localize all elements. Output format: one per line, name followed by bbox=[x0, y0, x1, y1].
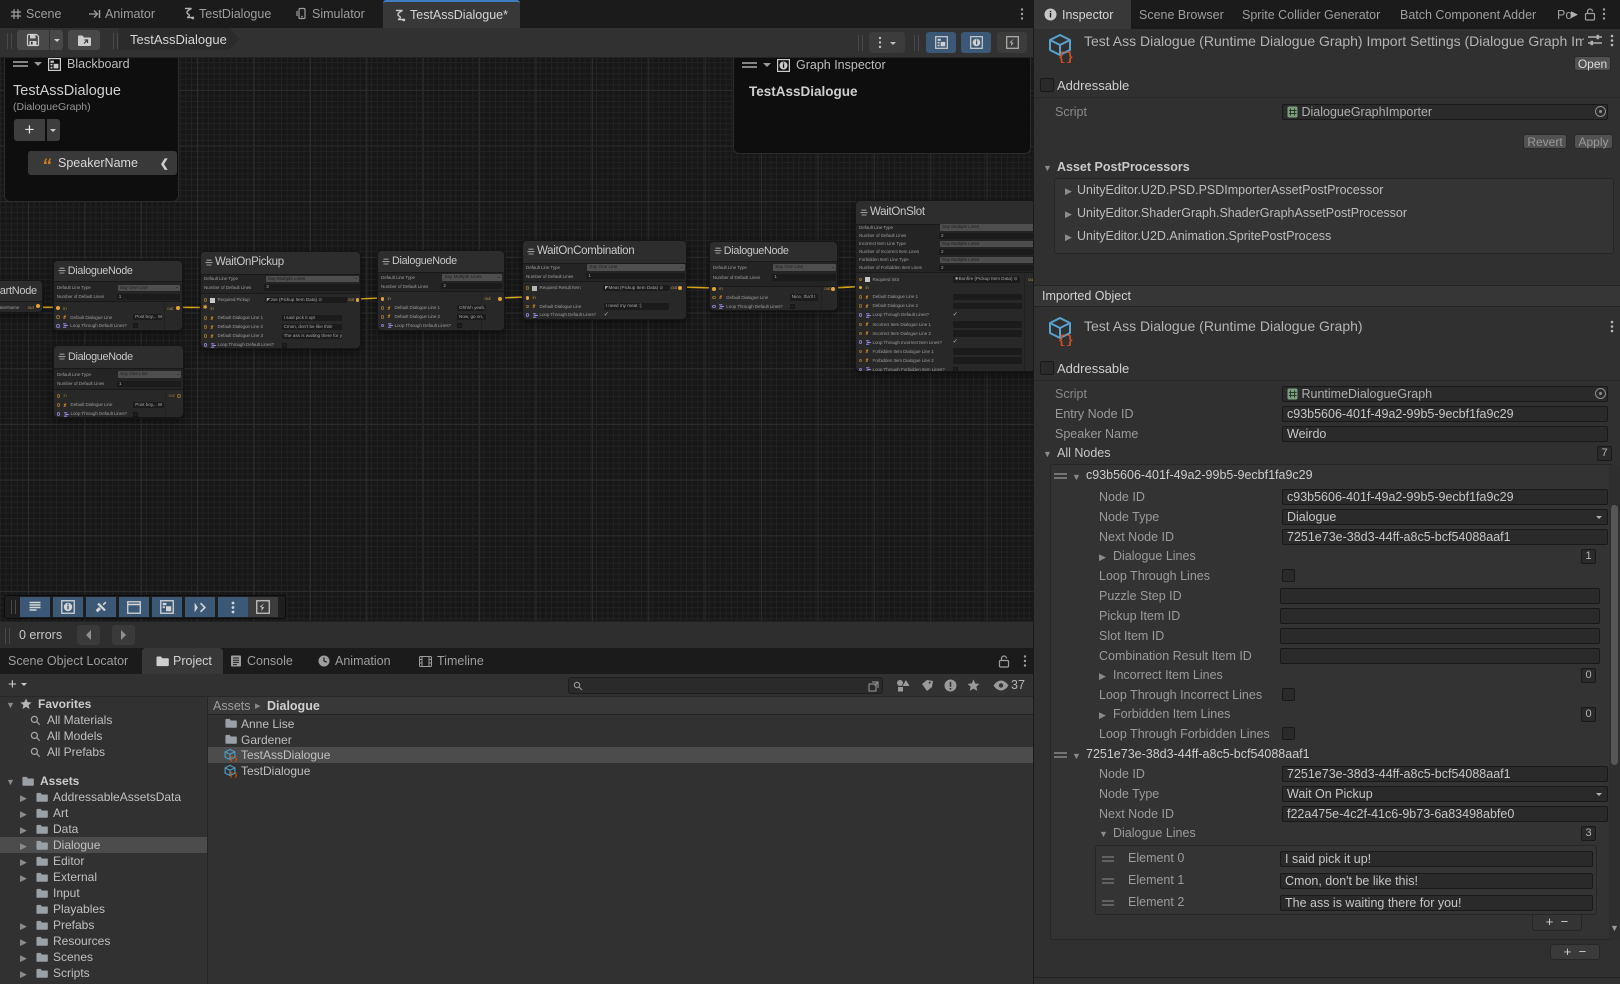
svg-text:{}: {} bbox=[229, 757, 237, 763]
svg-text:{}: {} bbox=[229, 772, 237, 778]
svg-text:{}: {} bbox=[1058, 333, 1074, 346]
svg-text:{}: {} bbox=[1058, 50, 1074, 63]
